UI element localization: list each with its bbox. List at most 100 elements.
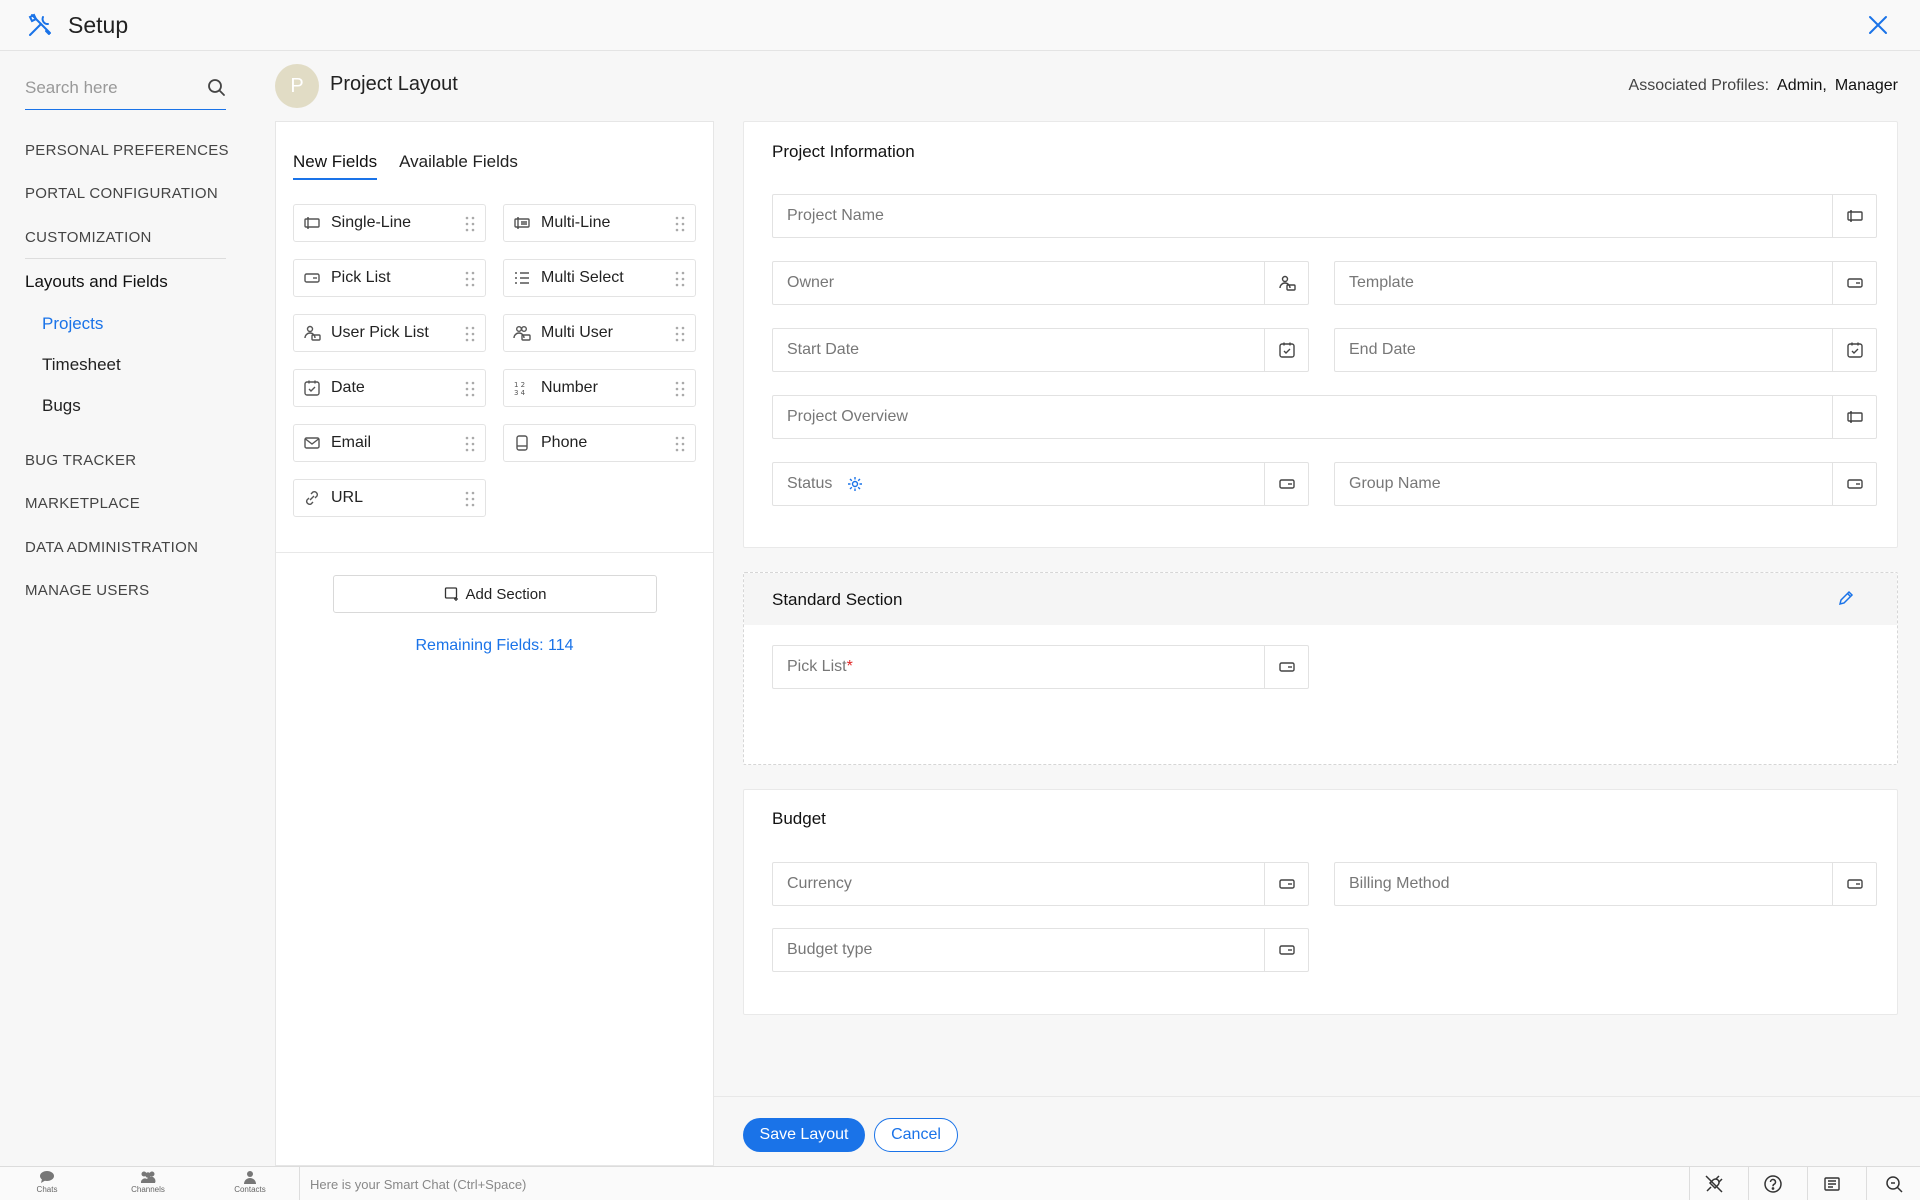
nav-personal-preferences[interactable]: PERSONAL PREFERENCES: [25, 142, 229, 159]
edit-pencil-icon[interactable]: [1837, 589, 1855, 607]
layout-field-currency[interactable]: Currency: [772, 862, 1309, 906]
pick-list-icon: [1264, 863, 1308, 905]
field-chip-number[interactable]: 1 23 4 Number: [503, 369, 696, 407]
drag-handle-icon[interactable]: [465, 216, 475, 232]
layout-field-pick-list[interactable]: Pick List*: [772, 645, 1309, 689]
layout-field-end-date[interactable]: End Date: [1334, 328, 1877, 372]
nav-customization[interactable]: CUSTOMIZATION: [25, 229, 152, 246]
drag-handle-icon[interactable]: [675, 271, 685, 287]
nav-data-administration[interactable]: DATA ADMINISTRATION: [25, 539, 198, 556]
search-zoom-button[interactable]: [1866, 1167, 1920, 1200]
nav-group-layouts-and-fields[interactable]: Layouts and Fields: [25, 272, 168, 292]
field-chip-date[interactable]: Date: [293, 369, 486, 407]
nav-marketplace[interactable]: MARKETPLACE: [25, 495, 140, 512]
field-chip-single-line[interactable]: Single-Line: [293, 204, 486, 242]
field-chip-label: Multi-Line: [541, 214, 611, 231]
associated-profiles: Associated Profiles: Admin, Manager: [1629, 77, 1898, 95]
chats-label: Chats: [36, 1185, 58, 1194]
url-icon: [303, 489, 321, 507]
section-title: Standard Section: [772, 590, 903, 609]
chats-button[interactable]: Chats: [17, 1170, 77, 1194]
pick-list-icon: [1264, 929, 1308, 971]
drag-handle-icon[interactable]: [465, 271, 475, 287]
field-chip-multi-select[interactable]: Multi Select: [503, 259, 696, 297]
news-button[interactable]: [1807, 1167, 1855, 1200]
newspaper-icon: [1822, 1174, 1842, 1194]
layout-field-project-name[interactable]: Project Name: [772, 194, 1877, 238]
drag-handle-icon[interactable]: [465, 381, 475, 397]
profile-admin[interactable]: Admin,: [1777, 77, 1827, 95]
help-icon: [1763, 1174, 1783, 1194]
field-label: Project Name: [787, 207, 884, 224]
layout-field-budget-type[interactable]: Budget type: [772, 928, 1309, 972]
setup-tools-icon: [27, 12, 53, 38]
search-icon[interactable]: [207, 78, 226, 97]
drag-handle-icon[interactable]: [675, 326, 685, 342]
field-chip-url[interactable]: URL: [293, 479, 486, 517]
channels-button[interactable]: Channels: [118, 1170, 178, 1194]
tab-new-fields[interactable]: New Fields: [293, 152, 378, 180]
nav-manage-users[interactable]: MANAGE USERS: [25, 582, 149, 599]
svg-text:3 4: 3 4: [514, 389, 526, 397]
drag-handle-icon[interactable]: [675, 381, 685, 397]
chat-bubble-icon: [17, 1170, 77, 1184]
nav-sub-timesheet[interactable]: Timesheet: [42, 355, 121, 375]
avatar: P: [275, 64, 319, 108]
cancel-button[interactable]: Cancel: [874, 1118, 958, 1152]
user-pick-list-icon: [303, 324, 321, 342]
palette-tabs: New Fields Available Fields: [293, 152, 518, 180]
date-icon: [303, 379, 321, 397]
profile-manager[interactable]: Manager: [1835, 77, 1898, 95]
field-label: Start Date: [787, 341, 860, 358]
nav-bug-tracker[interactable]: BUG TRACKER: [25, 452, 136, 469]
multi-select-icon: [513, 269, 531, 287]
drag-handle-icon[interactable]: [465, 436, 475, 452]
tab-available-fields[interactable]: Available Fields: [399, 152, 518, 180]
contacts-button[interactable]: Contacts: [220, 1170, 280, 1194]
layout-canvas: Project Information Project Name Owner T…: [714, 121, 1920, 1166]
field-label: Template: [1349, 274, 1414, 291]
drag-handle-icon[interactable]: [465, 326, 475, 342]
channels-label: Channels: [131, 1185, 165, 1194]
settings-gear-icon[interactable]: [847, 476, 863, 492]
layout-field-template[interactable]: Template: [1334, 261, 1877, 305]
search-input[interactable]: [25, 70, 200, 106]
add-section-button[interactable]: Add Section: [333, 575, 657, 613]
field-chip-user-pick-list[interactable]: User Pick List: [293, 314, 486, 352]
search-box: [25, 70, 226, 110]
layout-field-project-overview[interactable]: Project Overview: [772, 395, 1877, 439]
plug-button[interactable]: [1689, 1167, 1737, 1200]
close-icon[interactable]: [1866, 13, 1890, 37]
smart-chat-input[interactable]: Here is your Smart Chat (Ctrl+Space): [299, 1167, 1684, 1200]
smart-chat-bar: Chats Channels Contacts Here is your Sma…: [0, 1166, 1920, 1200]
nav-portal-configuration[interactable]: PORTAL CONFIGURATION: [25, 185, 218, 202]
field-chip-label: Number: [541, 379, 598, 396]
drag-handle-icon[interactable]: [465, 491, 475, 507]
layout-field-start-date[interactable]: Start Date: [772, 328, 1309, 372]
field-chip-email[interactable]: Email: [293, 424, 486, 462]
layout-field-billing-method[interactable]: Billing Method: [1334, 862, 1877, 906]
nav-sub-projects[interactable]: Projects: [42, 314, 103, 334]
save-layout-button[interactable]: Save Layout: [743, 1118, 865, 1152]
layout-field-owner[interactable]: Owner: [772, 261, 1309, 305]
field-label: Budget type: [787, 941, 873, 958]
field-chip-pick-list[interactable]: Pick List: [293, 259, 486, 297]
drag-handle-icon[interactable]: [675, 436, 685, 452]
drag-handle-icon[interactable]: [675, 216, 685, 232]
field-label: Status: [787, 475, 833, 492]
layout-field-group-name[interactable]: Group Name: [1334, 462, 1877, 506]
field-palette: New Fields Available Fields Single-Line …: [275, 121, 714, 1166]
field-chip-multi-line[interactable]: Multi-Line: [503, 204, 696, 242]
help-button[interactable]: [1748, 1167, 1796, 1200]
user-pick-list-icon: [1264, 262, 1308, 304]
add-section-icon: [444, 586, 460, 602]
field-chip-multi-user[interactable]: Multi User: [503, 314, 696, 352]
section-budget: Budget Currency Billing Method Budget ty…: [743, 789, 1898, 1015]
pick-list-icon: [1832, 262, 1876, 304]
layout-field-status[interactable]: Status: [772, 462, 1309, 506]
app-title: Setup: [68, 11, 129, 38]
multi-line-icon: [513, 214, 531, 232]
nav-sub-bugs[interactable]: Bugs: [42, 396, 81, 416]
section-title: Budget: [772, 809, 826, 828]
field-chip-phone[interactable]: Phone: [503, 424, 696, 462]
